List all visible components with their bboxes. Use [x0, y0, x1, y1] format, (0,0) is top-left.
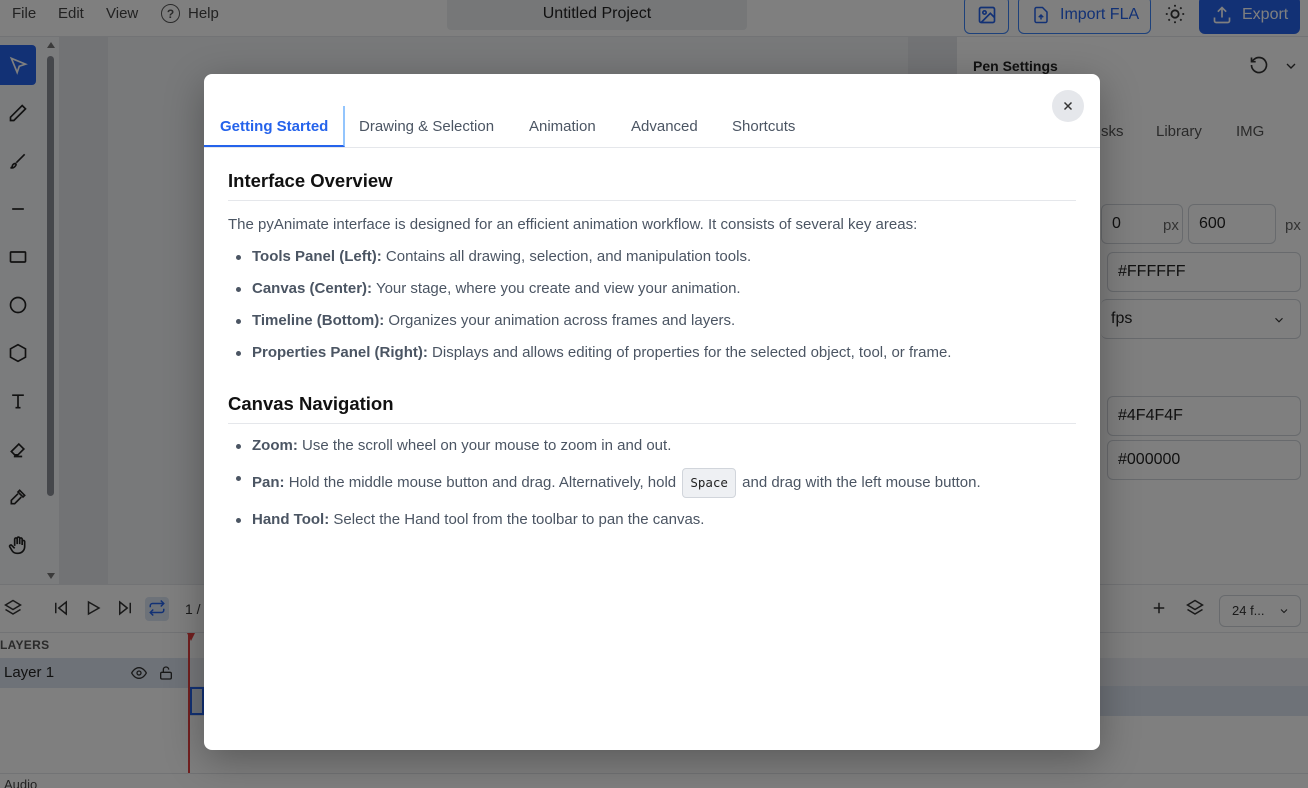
item-term: Timeline (Bottom):	[252, 312, 385, 329]
modal-content: Interface Overview The pyAnimate interfa…	[228, 170, 1076, 530]
list-item: Hand Tool: Select the Hand tool from the…	[228, 510, 1076, 530]
item-term: Pan:	[252, 473, 285, 491]
item-term: Properties Panel (Right):	[252, 344, 428, 361]
item-desc: Displays and allows editing of propertie…	[432, 344, 952, 361]
item-term: Canvas (Center):	[252, 280, 373, 297]
section-title: Interface Overview	[228, 170, 1076, 201]
item-desc: Use the scroll wheel on your mouse to zo…	[302, 437, 672, 454]
help-modal: Getting Started Drawing & Selection Anim…	[204, 74, 1100, 750]
list-item: Pan: Hold the middle mouse button and dr…	[228, 468, 1076, 498]
list-item: Tools Panel (Left): Contains all drawing…	[228, 247, 1076, 267]
list-item: Timeline (Bottom): Organizes your animat…	[228, 311, 1076, 331]
tab-drawing-selection[interactable]: Drawing & Selection	[359, 118, 494, 135]
overview-list: Tools Panel (Left): Contains all drawing…	[228, 247, 1076, 363]
item-desc: Hold the middle mouse button and drag. A…	[288, 473, 677, 491]
modal-tabs: Getting Started Drawing & Selection Anim…	[204, 106, 1100, 148]
item-term: Zoom:	[252, 437, 298, 454]
tab-getting-started[interactable]: Getting Started	[220, 118, 328, 135]
intro-text: The pyAnimate interface is designed for …	[228, 216, 918, 233]
space-key: Space	[682, 468, 736, 498]
list-item: Properties Panel (Right): Displays and a…	[228, 343, 1076, 363]
item-term: Tools Panel (Left):	[252, 248, 382, 265]
item-desc: Your stage, where you create and view yo…	[375, 280, 741, 297]
section-title: Canvas Navigation	[228, 393, 1076, 424]
tab-animation[interactable]: Animation	[529, 118, 596, 135]
item-desc: Contains all drawing, selection, and man…	[385, 248, 752, 265]
item-desc: Organizes your animation across frames a…	[388, 312, 736, 329]
item-desc: and drag with the left mouse button.	[742, 473, 981, 491]
list-item: Canvas (Center): Your stage, where you c…	[228, 279, 1076, 299]
item-desc: Select the Hand tool from the toolbar to…	[333, 511, 705, 528]
tab-advanced[interactable]: Advanced	[631, 118, 698, 135]
tab-shortcuts[interactable]: Shortcuts	[732, 118, 795, 135]
navigation-list: Zoom: Use the scroll wheel on your mouse…	[228, 436, 1076, 530]
item-term: Hand Tool:	[252, 511, 330, 528]
list-item: Zoom: Use the scroll wheel on your mouse…	[228, 436, 1076, 456]
